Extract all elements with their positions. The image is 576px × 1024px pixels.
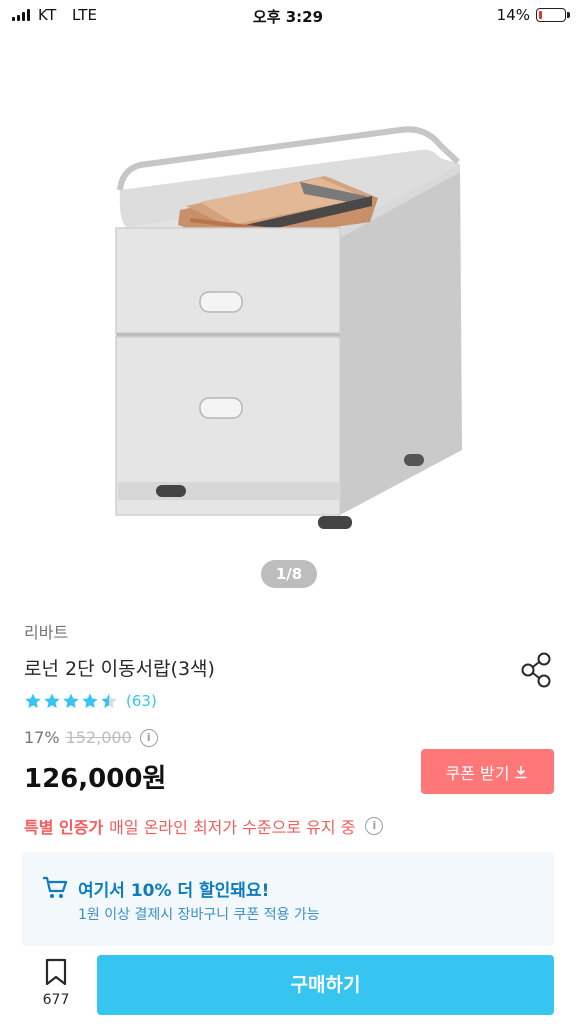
star-icon xyxy=(44,693,60,709)
buy-button[interactable]: 구매하기 xyxy=(97,955,554,1015)
battery-icon xyxy=(536,8,570,22)
bookmark-button[interactable]: 677 xyxy=(36,958,76,1018)
star-rating xyxy=(24,692,118,710)
star-icon xyxy=(25,693,41,709)
half-star-icon xyxy=(101,693,117,709)
bookmark-count: 677 xyxy=(42,992,70,1008)
info-icon[interactable]: i xyxy=(139,728,158,747)
cart-icon xyxy=(43,876,68,898)
original-price: 152,000 xyxy=(65,728,132,747)
rating[interactable]: (63) xyxy=(24,690,157,712)
certified-price-row: 특별 인증가 매일 온라인 최저가 수준으로 유지 중 i xyxy=(24,814,384,838)
certified-price-text: 매일 온라인 최저가 수준으로 유지 중 xyxy=(109,818,356,837)
cart-discount-banner[interactable]: 여기서 10% 더 할인돼요! 1원 이상 결제시 장바구니 쿠폰 적용 가능 xyxy=(22,852,554,946)
price-discount-row: 17% 152,000 i xyxy=(24,728,158,747)
bookmark-icon xyxy=(45,958,67,986)
status-bar: KT LTE 오후 3:29 14% xyxy=(0,0,576,30)
star-icon xyxy=(82,693,98,709)
coupon-button-label: 쿠폰 받기 xyxy=(445,763,510,783)
brand-name[interactable]: 리바트 xyxy=(24,619,68,643)
discount-rate: 17% xyxy=(24,728,60,747)
info-icon[interactable]: i xyxy=(365,817,384,835)
battery-percent: 14% xyxy=(496,6,530,24)
product-image[interactable] xyxy=(0,30,576,610)
drawer-cabinet-illustration xyxy=(115,126,462,529)
coupon-button[interactable]: 쿠폰 받기 xyxy=(421,749,554,794)
share-icon[interactable] xyxy=(520,652,554,688)
clock: 오후 3:29 xyxy=(252,8,324,26)
discount-banner-description: 1원 이상 결제시 장바구니 쿠폰 적용 가능 xyxy=(78,907,320,923)
product-title: 로넌 2단 이동서랍(3색) xyxy=(24,658,215,680)
review-count[interactable]: (63) xyxy=(126,692,157,710)
star-icon xyxy=(63,693,79,709)
discount-banner-title: 여기서 10% 더 할인돼요! xyxy=(78,881,270,901)
certified-price-label: 특별 인증가 xyxy=(24,818,104,837)
download-icon xyxy=(515,765,527,778)
sale-price: 126,000원 xyxy=(24,764,167,794)
gallery-page-indicator: 1/8 xyxy=(261,560,317,588)
